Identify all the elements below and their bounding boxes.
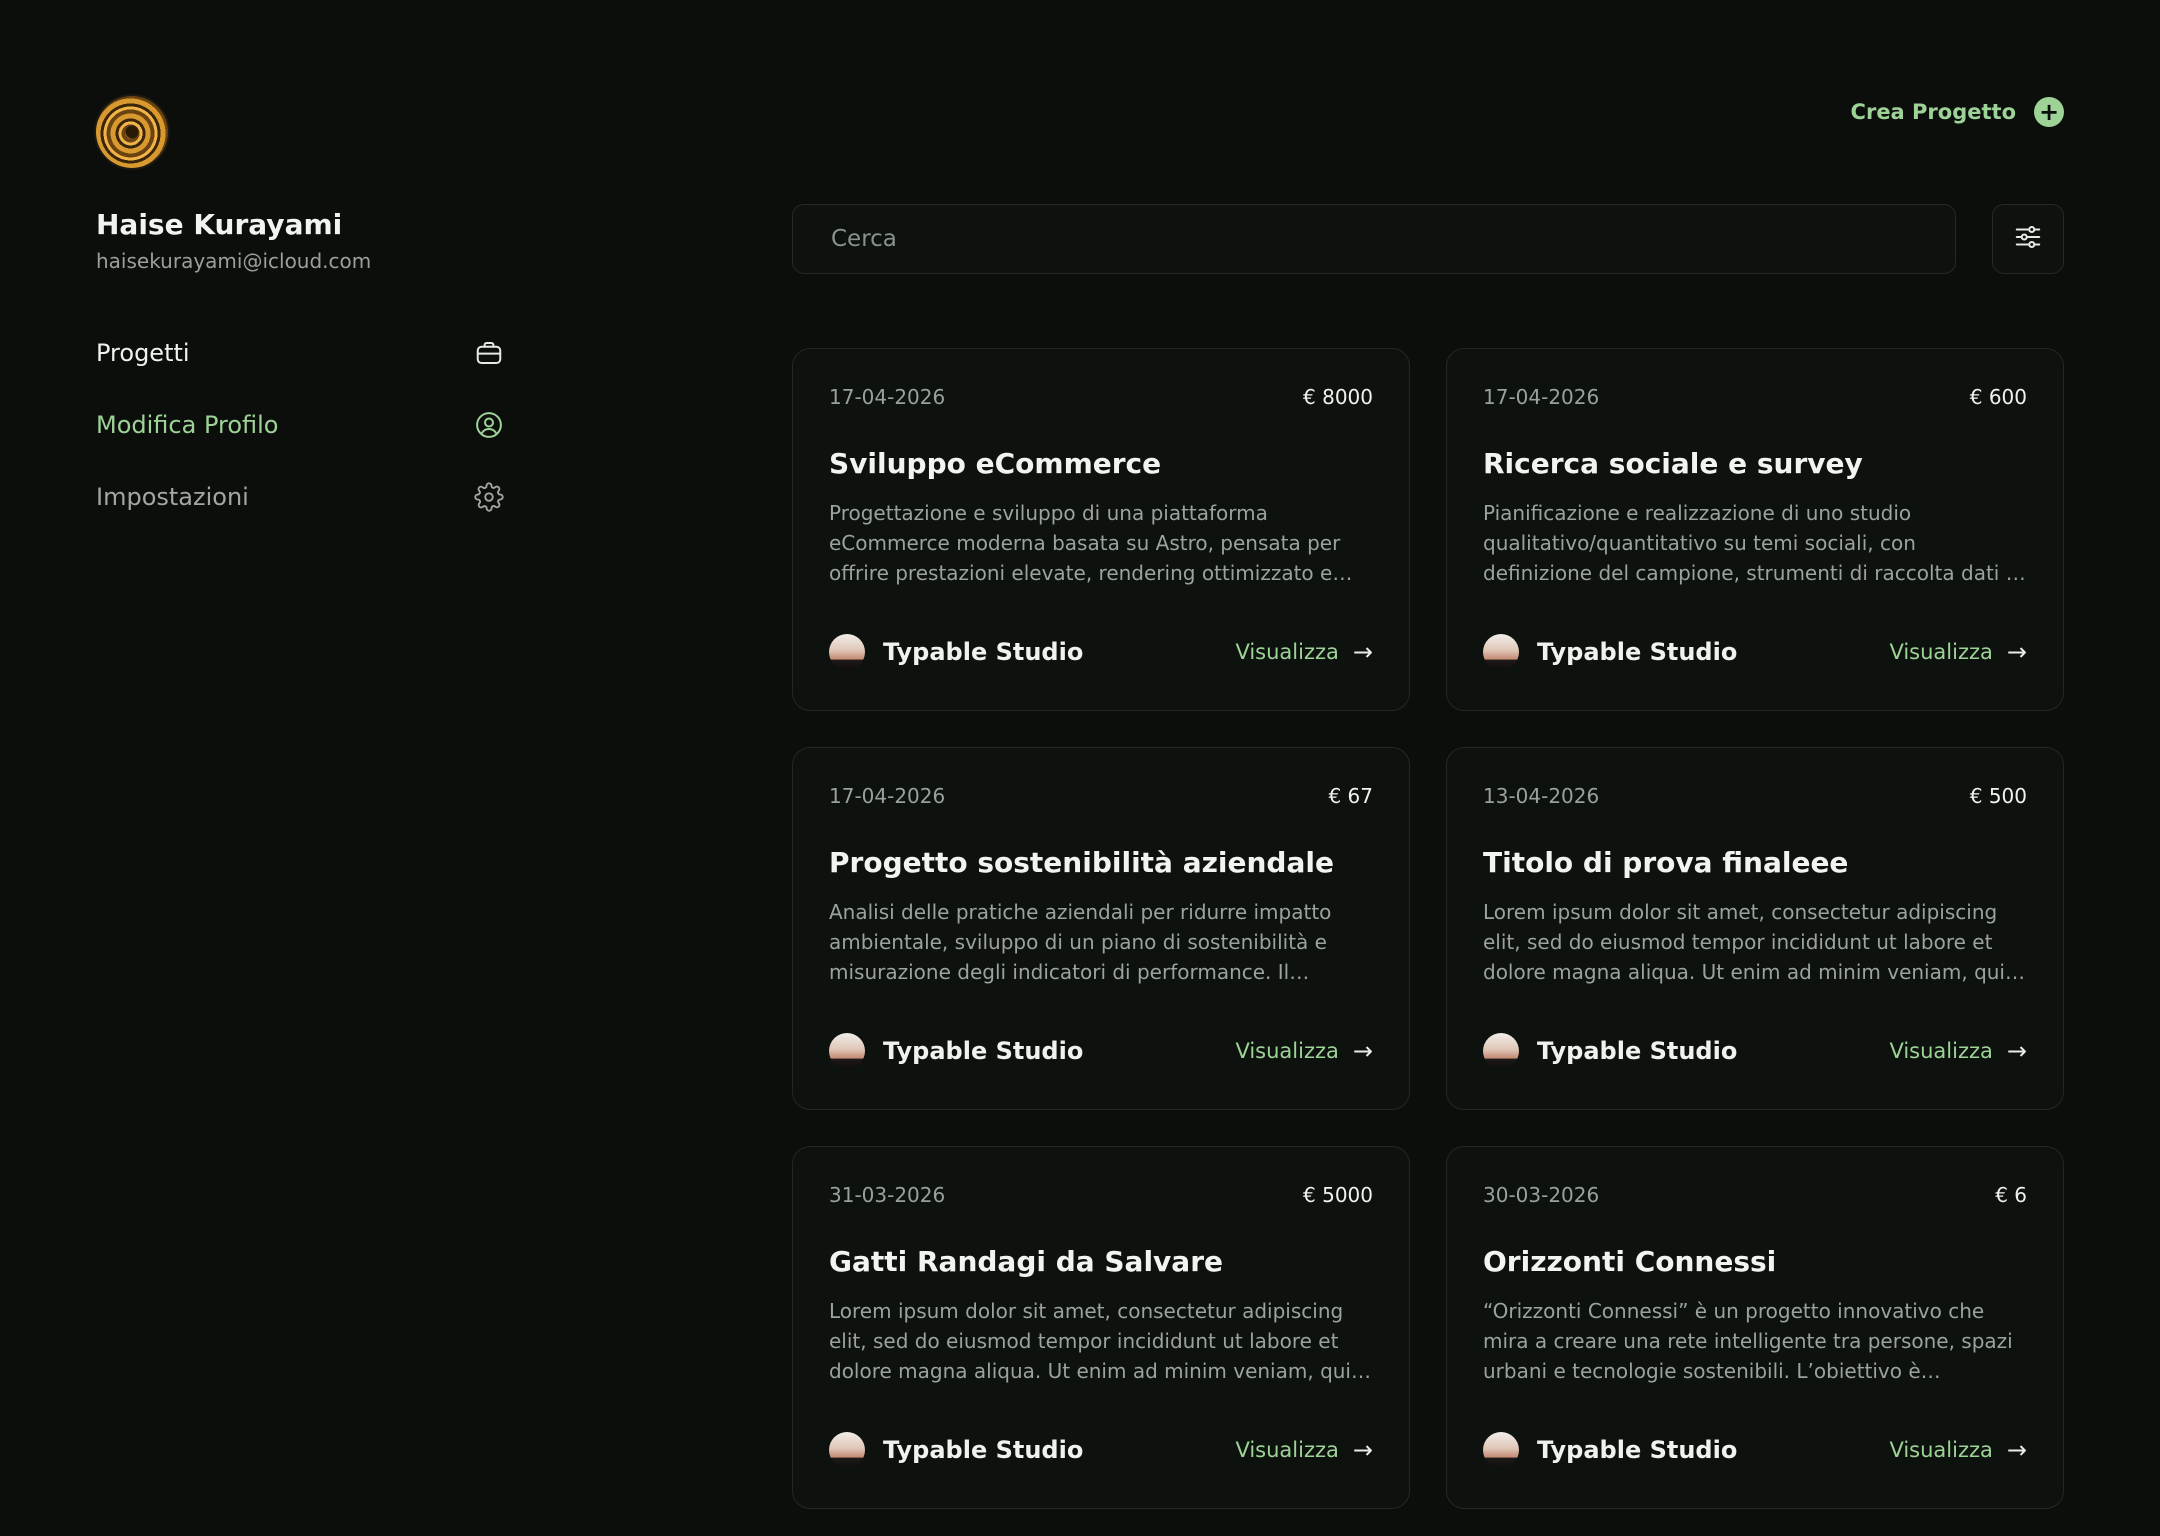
view-label: Visualizza — [1889, 640, 1993, 664]
studio-name: Typable Studio — [883, 1436, 1084, 1464]
sidebar-item-progetti[interactable]: Progetti — [96, 335, 506, 371]
project-date: 30-03-2026 — [1483, 1183, 1600, 1207]
project-date: 17-04-2026 — [1483, 385, 1600, 409]
studio-name: Typable Studio — [1537, 1037, 1738, 1065]
view-project-link[interactable]: Visualizza → — [1235, 1037, 1373, 1065]
project-price: € 8000 — [1303, 385, 1373, 409]
view-label: Visualizza — [1889, 1039, 1993, 1063]
project-price: € 67 — [1328, 784, 1373, 808]
project-date: 13-04-2026 — [1483, 784, 1600, 808]
project-date: 31-03-2026 — [829, 1183, 946, 1207]
studio-name: Typable Studio — [883, 638, 1084, 666]
filter-button[interactable] — [1992, 204, 2064, 274]
project-description: Lorem ipsum dolor sit amet, consectetur … — [1483, 900, 2016, 984]
studio-avatar — [1483, 1432, 1519, 1468]
briefcase-icon — [472, 336, 506, 370]
project-description: “Orizzonti Connessi” è un progetto innov… — [1483, 1299, 2013, 1383]
project-date: 17-04-2026 — [829, 784, 946, 808]
view-project-link[interactable]: Visualizza → — [1889, 1436, 2027, 1464]
sliders-icon — [2013, 222, 2043, 256]
project-description: Lorem ipsum dolor sit amet, consectetur … — [829, 1299, 1362, 1383]
project-description: Pianificazione e realizzazione di uno st… — [1483, 501, 2019, 585]
project-price: € 600 — [1969, 385, 2027, 409]
view-project-link[interactable]: Visualizza → — [1889, 638, 2027, 666]
project-description: Analisi delle pratiche aziendali per rid… — [829, 900, 1332, 984]
project-card[interactable]: 17-04-2026 € 600 Ricerca sociale e surve… — [1446, 348, 2064, 711]
arrow-right-icon: → — [2006, 1436, 2027, 1464]
project-card[interactable]: 30-03-2026 € 6 Orizzonti Connessi “Orizz… — [1446, 1146, 2064, 1509]
project-card[interactable]: 17-04-2026 € 67 Progetto sostenibilità a… — [792, 747, 1410, 1110]
arrow-right-icon: → — [1352, 1436, 1373, 1464]
project-description: Progettazione e sviluppo di una piattafo… — [829, 501, 1341, 585]
create-project-label: Crea Progetto — [1850, 100, 2016, 124]
project-price: € 6 — [1995, 1183, 2027, 1207]
project-date: 17-04-2026 — [829, 385, 946, 409]
project-price: € 5000 — [1303, 1183, 1373, 1207]
sidebar-item-impostazioni[interactable]: Impostazioni — [96, 479, 506, 515]
arrow-right-icon: → — [2006, 638, 2027, 666]
studio-avatar — [829, 634, 865, 670]
sidebar-item-label: Impostazioni — [96, 483, 249, 511]
studio-avatar — [829, 1033, 865, 1069]
view-project-link[interactable]: Visualizza → — [1889, 1037, 2027, 1065]
project-title: Titolo di prova finaleee — [1483, 846, 1849, 879]
view-label: Visualizza — [1889, 1438, 1993, 1462]
arrow-right-icon: → — [2006, 1037, 2027, 1065]
search-input[interactable] — [829, 225, 1955, 253]
project-grid: 17-04-2026 € 8000 Sviluppo eCommerce Pro… — [792, 348, 2064, 1509]
view-label: Visualizza — [1235, 1438, 1339, 1462]
create-project-button[interactable]: Crea Progetto + — [1851, 97, 2064, 127]
studio-name: Typable Studio — [883, 1037, 1084, 1065]
user-avatar[interactable] — [96, 96, 168, 168]
sidebar-nav: Progetti Modifica Profilo Impostazioni — [96, 335, 506, 515]
project-title: Gatti Randagi da Salvare — [829, 1245, 1223, 1278]
arrow-right-icon: → — [1352, 1037, 1373, 1065]
user-email: haisekurayami@icloud.com — [96, 249, 372, 273]
project-card[interactable]: 17-04-2026 € 8000 Sviluppo eCommerce Pro… — [792, 348, 1410, 711]
project-title: Orizzonti Connessi — [1483, 1245, 1777, 1278]
studio-avatar — [1483, 634, 1519, 670]
sidebar-item-label: Progetti — [96, 339, 190, 367]
project-card[interactable]: 13-04-2026 € 500 Titolo di prova finalee… — [1446, 747, 2064, 1110]
studio-avatar — [1483, 1033, 1519, 1069]
plus-icon: + — [2034, 97, 2064, 127]
view-label: Visualizza — [1235, 640, 1339, 664]
studio-name: Typable Studio — [1537, 1436, 1738, 1464]
view-project-link[interactable]: Visualizza → — [1235, 638, 1373, 666]
sidebar-item-modifica-profilo[interactable]: Modifica Profilo — [96, 407, 506, 443]
sidebar-item-label: Modifica Profilo — [96, 411, 279, 439]
gear-icon — [472, 480, 506, 514]
project-title: Progetto sostenibilità aziendale — [829, 846, 1334, 879]
sidebar: Haise Kurayami haisekurayami@icloud.com … — [96, 96, 506, 551]
project-price: € 500 — [1969, 784, 2027, 808]
search-bar — [792, 204, 1956, 274]
project-title: Ricerca sociale e survey — [1483, 447, 1863, 480]
studio-name: Typable Studio — [1537, 638, 1738, 666]
user-circle-icon — [472, 408, 506, 442]
project-title: Sviluppo eCommerce — [829, 447, 1162, 480]
user-name: Haise Kurayami — [96, 208, 343, 241]
project-card[interactable]: 31-03-2026 € 5000 Gatti Randagi da Salva… — [792, 1146, 1410, 1509]
view-project-link[interactable]: Visualizza → — [1235, 1436, 1373, 1464]
studio-avatar — [829, 1432, 865, 1468]
view-label: Visualizza — [1235, 1039, 1339, 1063]
arrow-right-icon: → — [1352, 638, 1373, 666]
